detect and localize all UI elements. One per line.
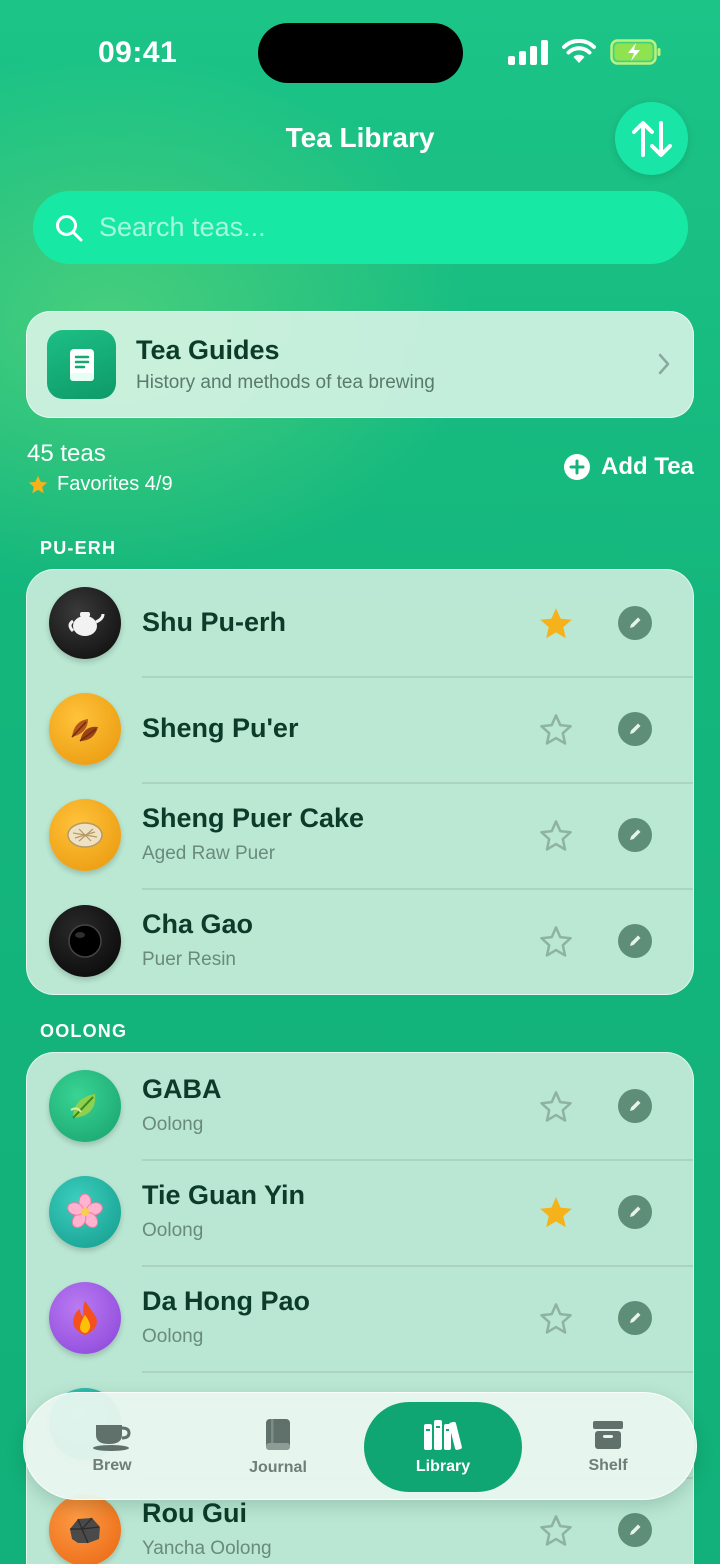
tab-bar: Brew Journal Library Shelf [23, 1392, 697, 1500]
pencil-icon [630, 829, 641, 840]
tab-label: Journal [249, 1459, 307, 1476]
edit-button[interactable] [618, 818, 652, 852]
flower-icon [49, 1176, 121, 1248]
archive-box-icon [593, 1421, 623, 1449]
edit-button[interactable] [618, 1089, 652, 1123]
tea-row[interactable]: Cha Gao Puer Resin [27, 888, 693, 994]
resin-disc-icon [49, 905, 121, 977]
edit-button[interactable] [618, 606, 652, 640]
tea-row[interactable]: GABA Oolong [27, 1053, 693, 1159]
pencil-icon [630, 1100, 641, 1111]
favorites-label: Favorites 4/9 [57, 473, 173, 495]
wifi-icon [562, 39, 596, 63]
pencil-icon [630, 1312, 641, 1323]
tea-count: 45 teas [27, 440, 106, 467]
section-label-oolong: OOLONG [40, 1021, 128, 1041]
tea-name: Da Hong Pao [142, 1286, 311, 1316]
star-filled-icon [28, 475, 48, 493]
guide-subtitle: History and methods of tea brewing [136, 372, 435, 393]
status-icons [508, 36, 662, 68]
page-title: Tea Library [285, 122, 435, 153]
cup-icon [93, 1425, 131, 1451]
leaf-icon [49, 1070, 121, 1142]
tea-row[interactable]: Da Hong Pao Oolong [27, 1265, 693, 1371]
teapot-icon [49, 587, 121, 659]
tea-list-pu-erh: Shu Pu-erh Sheng Pu'er Sheng Puer Cake A… [26, 569, 694, 995]
tab-label: Brew [92, 1457, 132, 1474]
tea-subtitle: Oolong [142, 1326, 204, 1347]
tea-name: Sheng Pu'er [142, 713, 299, 743]
pencil-icon [630, 935, 641, 946]
tab-label: Shelf [588, 1457, 628, 1474]
dynamic-island [258, 23, 463, 83]
tea-name: Tie Guan Yin [142, 1180, 306, 1210]
favorites-count: Favorites 4/9 [27, 473, 173, 496]
book-icon [266, 1419, 290, 1450]
leaves-icon [49, 693, 121, 765]
tea-name: GABA [142, 1074, 222, 1104]
tea-name: Rou Gui [142, 1498, 247, 1528]
plus-circle-icon [564, 454, 590, 480]
tea-name: Cha Gao [142, 909, 254, 939]
fire-icon [49, 1282, 121, 1354]
search-input[interactable] [99, 212, 619, 243]
add-tea-label: Add Tea [601, 453, 694, 480]
favorite-star-outline-icon[interactable] [537, 817, 575, 855]
pencil-icon [630, 1206, 641, 1217]
pencil-icon [630, 617, 641, 628]
tab-journal[interactable]: Journal [228, 1393, 328, 1501]
tea-row[interactable]: Tie Guan Yin Oolong [27, 1159, 693, 1265]
favorite-star-outline-icon[interactable] [537, 1512, 575, 1550]
search-bar[interactable] [33, 191, 688, 264]
tab-library[interactable]: Library [364, 1402, 522, 1492]
edit-button[interactable] [618, 1195, 652, 1229]
rock-icon [49, 1494, 121, 1564]
guide-book-icon [47, 330, 116, 399]
guide-title: Tea Guides [136, 335, 280, 365]
favorite-star-filled-icon[interactable] [537, 605, 575, 643]
tea-name: Shu Pu-erh [142, 607, 287, 637]
battery-charging-icon [610, 39, 661, 65]
edit-button[interactable] [618, 712, 652, 746]
search-icon [56, 214, 83, 241]
favorite-star-outline-icon[interactable] [537, 923, 575, 961]
edit-button[interactable] [618, 1301, 652, 1335]
add-tea-button[interactable]: Add Tea [563, 453, 694, 481]
chevron-right-icon [658, 353, 670, 375]
favorite-star-outline-icon[interactable] [537, 1088, 575, 1126]
tab-shelf[interactable]: Shelf [558, 1393, 658, 1501]
favorite-star-outline-icon[interactable] [537, 711, 575, 749]
pencil-icon [630, 1524, 641, 1535]
pencil-icon [630, 723, 641, 734]
tea-row[interactable]: Sheng Pu'er [27, 676, 693, 782]
books-icon [424, 1420, 462, 1450]
tea-name: Sheng Puer Cake [142, 803, 365, 833]
tea-subtitle: Puer Resin [142, 949, 236, 970]
tab-brew[interactable]: Brew [62, 1393, 162, 1501]
tea-row[interactable]: Shu Pu-erh [27, 570, 693, 676]
tea-subtitle: Yancha Oolong [142, 1538, 272, 1559]
sort-arrows-icon [631, 120, 672, 157]
tab-label: Library [415, 1458, 471, 1475]
favorite-star-outline-icon[interactable] [537, 1300, 575, 1338]
favorite-star-filled-icon[interactable] [537, 1194, 575, 1232]
status-time: 09:41 [98, 36, 178, 69]
tea-subtitle: Oolong [142, 1114, 204, 1135]
sort-button[interactable] [615, 102, 688, 175]
tea-subtitle: Aged Raw Puer [142, 843, 276, 864]
section-label-pu-erh: PU-ERH [40, 538, 117, 558]
edit-button[interactable] [618, 924, 652, 958]
tea-guides-card[interactable]: Tea Guides History and methods of tea br… [26, 311, 694, 418]
edit-button[interactable] [618, 1513, 652, 1547]
tea-row[interactable]: Sheng Puer Cake Aged Raw Puer [27, 782, 693, 888]
cellular-signal-icon [508, 39, 548, 65]
tea-cake-icon [49, 799, 121, 871]
tea-subtitle: Oolong [142, 1220, 204, 1241]
